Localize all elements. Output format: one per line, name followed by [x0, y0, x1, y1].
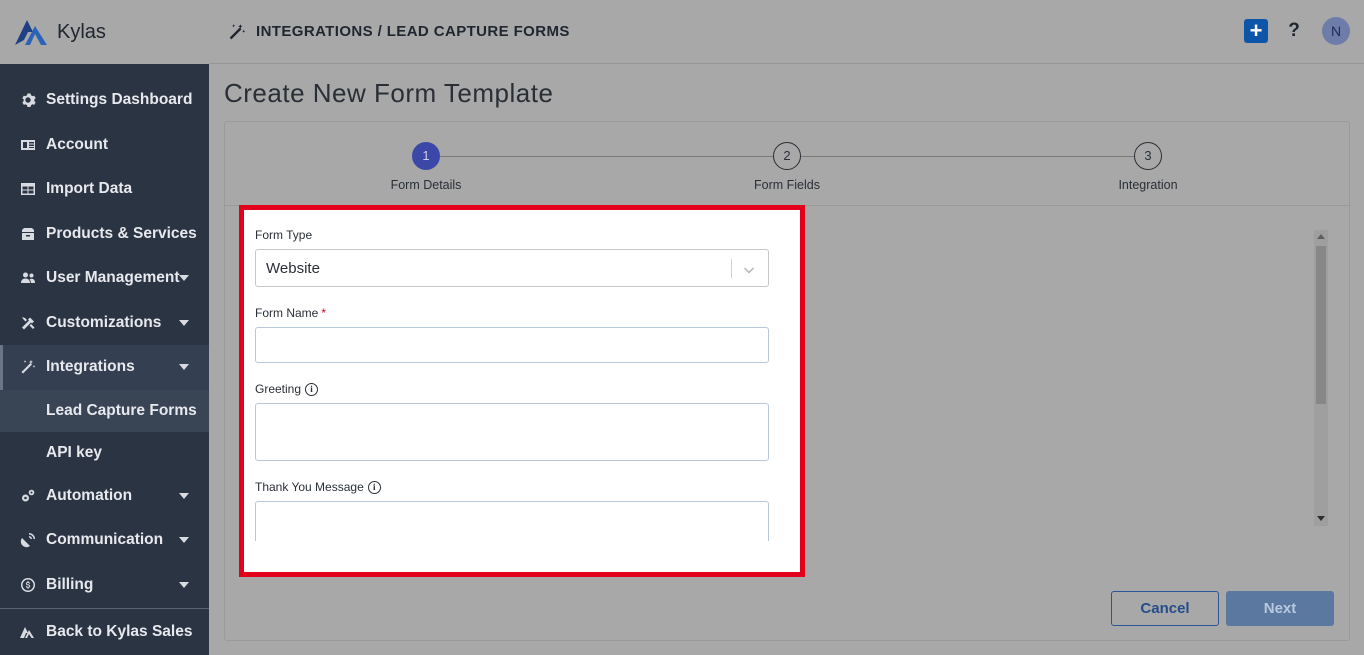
sidebar-item-label: Account	[46, 135, 108, 153]
sidebar-item-label: Communication	[46, 531, 164, 549]
box-icon	[19, 225, 37, 243]
brand-name: Kylas	[57, 20, 106, 43]
select-separator	[731, 259, 732, 278]
highlighted-form-section: Form Type Website Form Name * Greeting i…	[239, 205, 805, 577]
step-label: Form Details	[390, 178, 462, 192]
stepper: 1 Form Details 2 Form Fields 3 Integrati…	[225, 122, 1351, 206]
greeting-textarea[interactable]	[255, 403, 769, 461]
sidebar-item-automation[interactable]: Automation	[0, 474, 209, 519]
form-name-label: Form Name *	[255, 306, 769, 320]
step-number: 3	[1134, 142, 1162, 170]
sidebar-item-products-services[interactable]: Products & Services	[0, 212, 209, 257]
sidebar: Kylas Settings Dashboard Account Import …	[0, 0, 209, 655]
form-details: Form Type Website Form Name * Greeting i…	[255, 228, 769, 541]
scroll-down-arrow-icon[interactable]	[1317, 516, 1325, 521]
sidebar-item-label: Settings Dashboard	[46, 91, 193, 109]
sidebar-item-customizations[interactable]: Customizations	[0, 301, 209, 346]
sidebar-item-integrations[interactable]: Integrations	[0, 345, 209, 390]
tools-icon	[19, 314, 37, 332]
top-header: INTEGRATIONS / LEAD CAPTURE FORMS + ? N	[209, 0, 1364, 64]
cogs-icon	[19, 487, 37, 505]
caret-down-icon	[179, 492, 189, 499]
kylas-mini-logo-icon	[19, 623, 37, 641]
magic-wand-icon	[228, 23, 246, 41]
sidebar-item-label: Integrations	[46, 358, 135, 376]
step-form-fields: 2 Form Fields	[727, 142, 847, 192]
thank-you-label-text: Thank You Message	[255, 480, 364, 494]
greeting-label: Greeting i	[255, 382, 769, 396]
sidebar-item-billing[interactable]: Billing	[0, 563, 209, 608]
chevron-down-icon[interactable]	[743, 263, 755, 275]
add-button[interactable]: +	[1244, 19, 1268, 43]
scrollbar-thumb[interactable]	[1316, 246, 1326, 404]
scroll-up-arrow-icon[interactable]	[1317, 234, 1325, 239]
back-label: Back to Kylas Sales	[46, 623, 193, 640]
step-number: 1	[412, 142, 440, 170]
page-title: Create New Form Template	[224, 78, 554, 108]
greeting-label-text: Greeting	[255, 382, 302, 396]
info-icon[interactable]: i	[305, 382, 319, 396]
form-name-input[interactable]	[255, 327, 769, 363]
dollar-circle-icon	[19, 576, 37, 594]
breadcrumb: INTEGRATIONS / LEAD CAPTURE FORMS	[256, 23, 570, 40]
caret-down-icon	[179, 581, 189, 588]
table-icon	[19, 180, 37, 198]
caret-down-icon	[179, 319, 189, 326]
cancel-button[interactable]: Cancel	[1111, 591, 1219, 626]
help-button[interactable]: ?	[1286, 20, 1302, 42]
step-label: Form Fields	[754, 178, 820, 192]
gear-icon	[19, 91, 37, 109]
sidebar-item-label: User Management	[46, 269, 180, 287]
form-type-label-text: Form Type	[255, 228, 313, 242]
sidebar-item-label: Import Data	[46, 180, 133, 198]
step-number: 2	[773, 142, 801, 170]
sidebar-item-import-data[interactable]: Import Data	[0, 167, 209, 212]
sidebar-item-label: Products & Services	[46, 224, 197, 242]
step-label: Integration	[1118, 178, 1178, 192]
sidebar-item-label: Billing	[46, 575, 94, 593]
form-type-select[interactable]: Website	[255, 249, 769, 287]
scrollbar[interactable]	[1314, 230, 1328, 526]
kylas-logo-icon	[15, 20, 47, 45]
sidebar-subitem-lead-capture-forms[interactable]: Lead Capture Forms	[0, 389, 209, 432]
sidebar-subitem-label: Lead Capture Forms	[46, 401, 197, 419]
brand[interactable]: Kylas	[0, 0, 209, 64]
step-integration: 3 Integration	[1088, 142, 1208, 192]
next-button[interactable]: Next	[1226, 591, 1334, 626]
form-name-label-text: Form Name	[255, 306, 319, 320]
caret-down-icon	[179, 364, 189, 371]
thank-you-message-label: Thank You Message i	[255, 480, 769, 494]
thank-you-message-textarea[interactable]	[255, 501, 769, 541]
sidebar-item-communication[interactable]: Communication	[0, 518, 209, 563]
sidebar-nav: Settings Dashboard Account Import Data P…	[0, 78, 209, 607]
magic-wand-icon	[19, 358, 37, 376]
sidebar-item-settings-dashboard[interactable]: Settings Dashboard	[0, 78, 209, 123]
sidebar-item-label: Automation	[46, 486, 133, 504]
caret-down-icon	[179, 537, 189, 544]
step-form-details: 1 Form Details	[366, 142, 486, 192]
sidebar-subitem-api-key[interactable]: API key	[0, 432, 209, 474]
users-icon	[19, 269, 37, 287]
id-card-icon	[19, 136, 37, 154]
required-mark: *	[321, 306, 327, 320]
form-type-label: Form Type	[255, 228, 769, 242]
caret-down-icon	[179, 275, 189, 282]
satellite-dish-icon	[19, 531, 37, 549]
form-type-value: Website	[266, 259, 320, 277]
sidebar-item-account[interactable]: Account	[0, 123, 209, 168]
avatar[interactable]: N	[1322, 17, 1350, 45]
back-to-kylas-sales-link[interactable]: Back to Kylas Sales	[0, 608, 209, 655]
sidebar-subitem-label: API key	[46, 443, 103, 461]
sidebar-item-label: Customizations	[46, 313, 162, 331]
info-icon[interactable]: i	[367, 480, 381, 494]
sidebar-item-user-management[interactable]: User Management	[0, 256, 209, 301]
